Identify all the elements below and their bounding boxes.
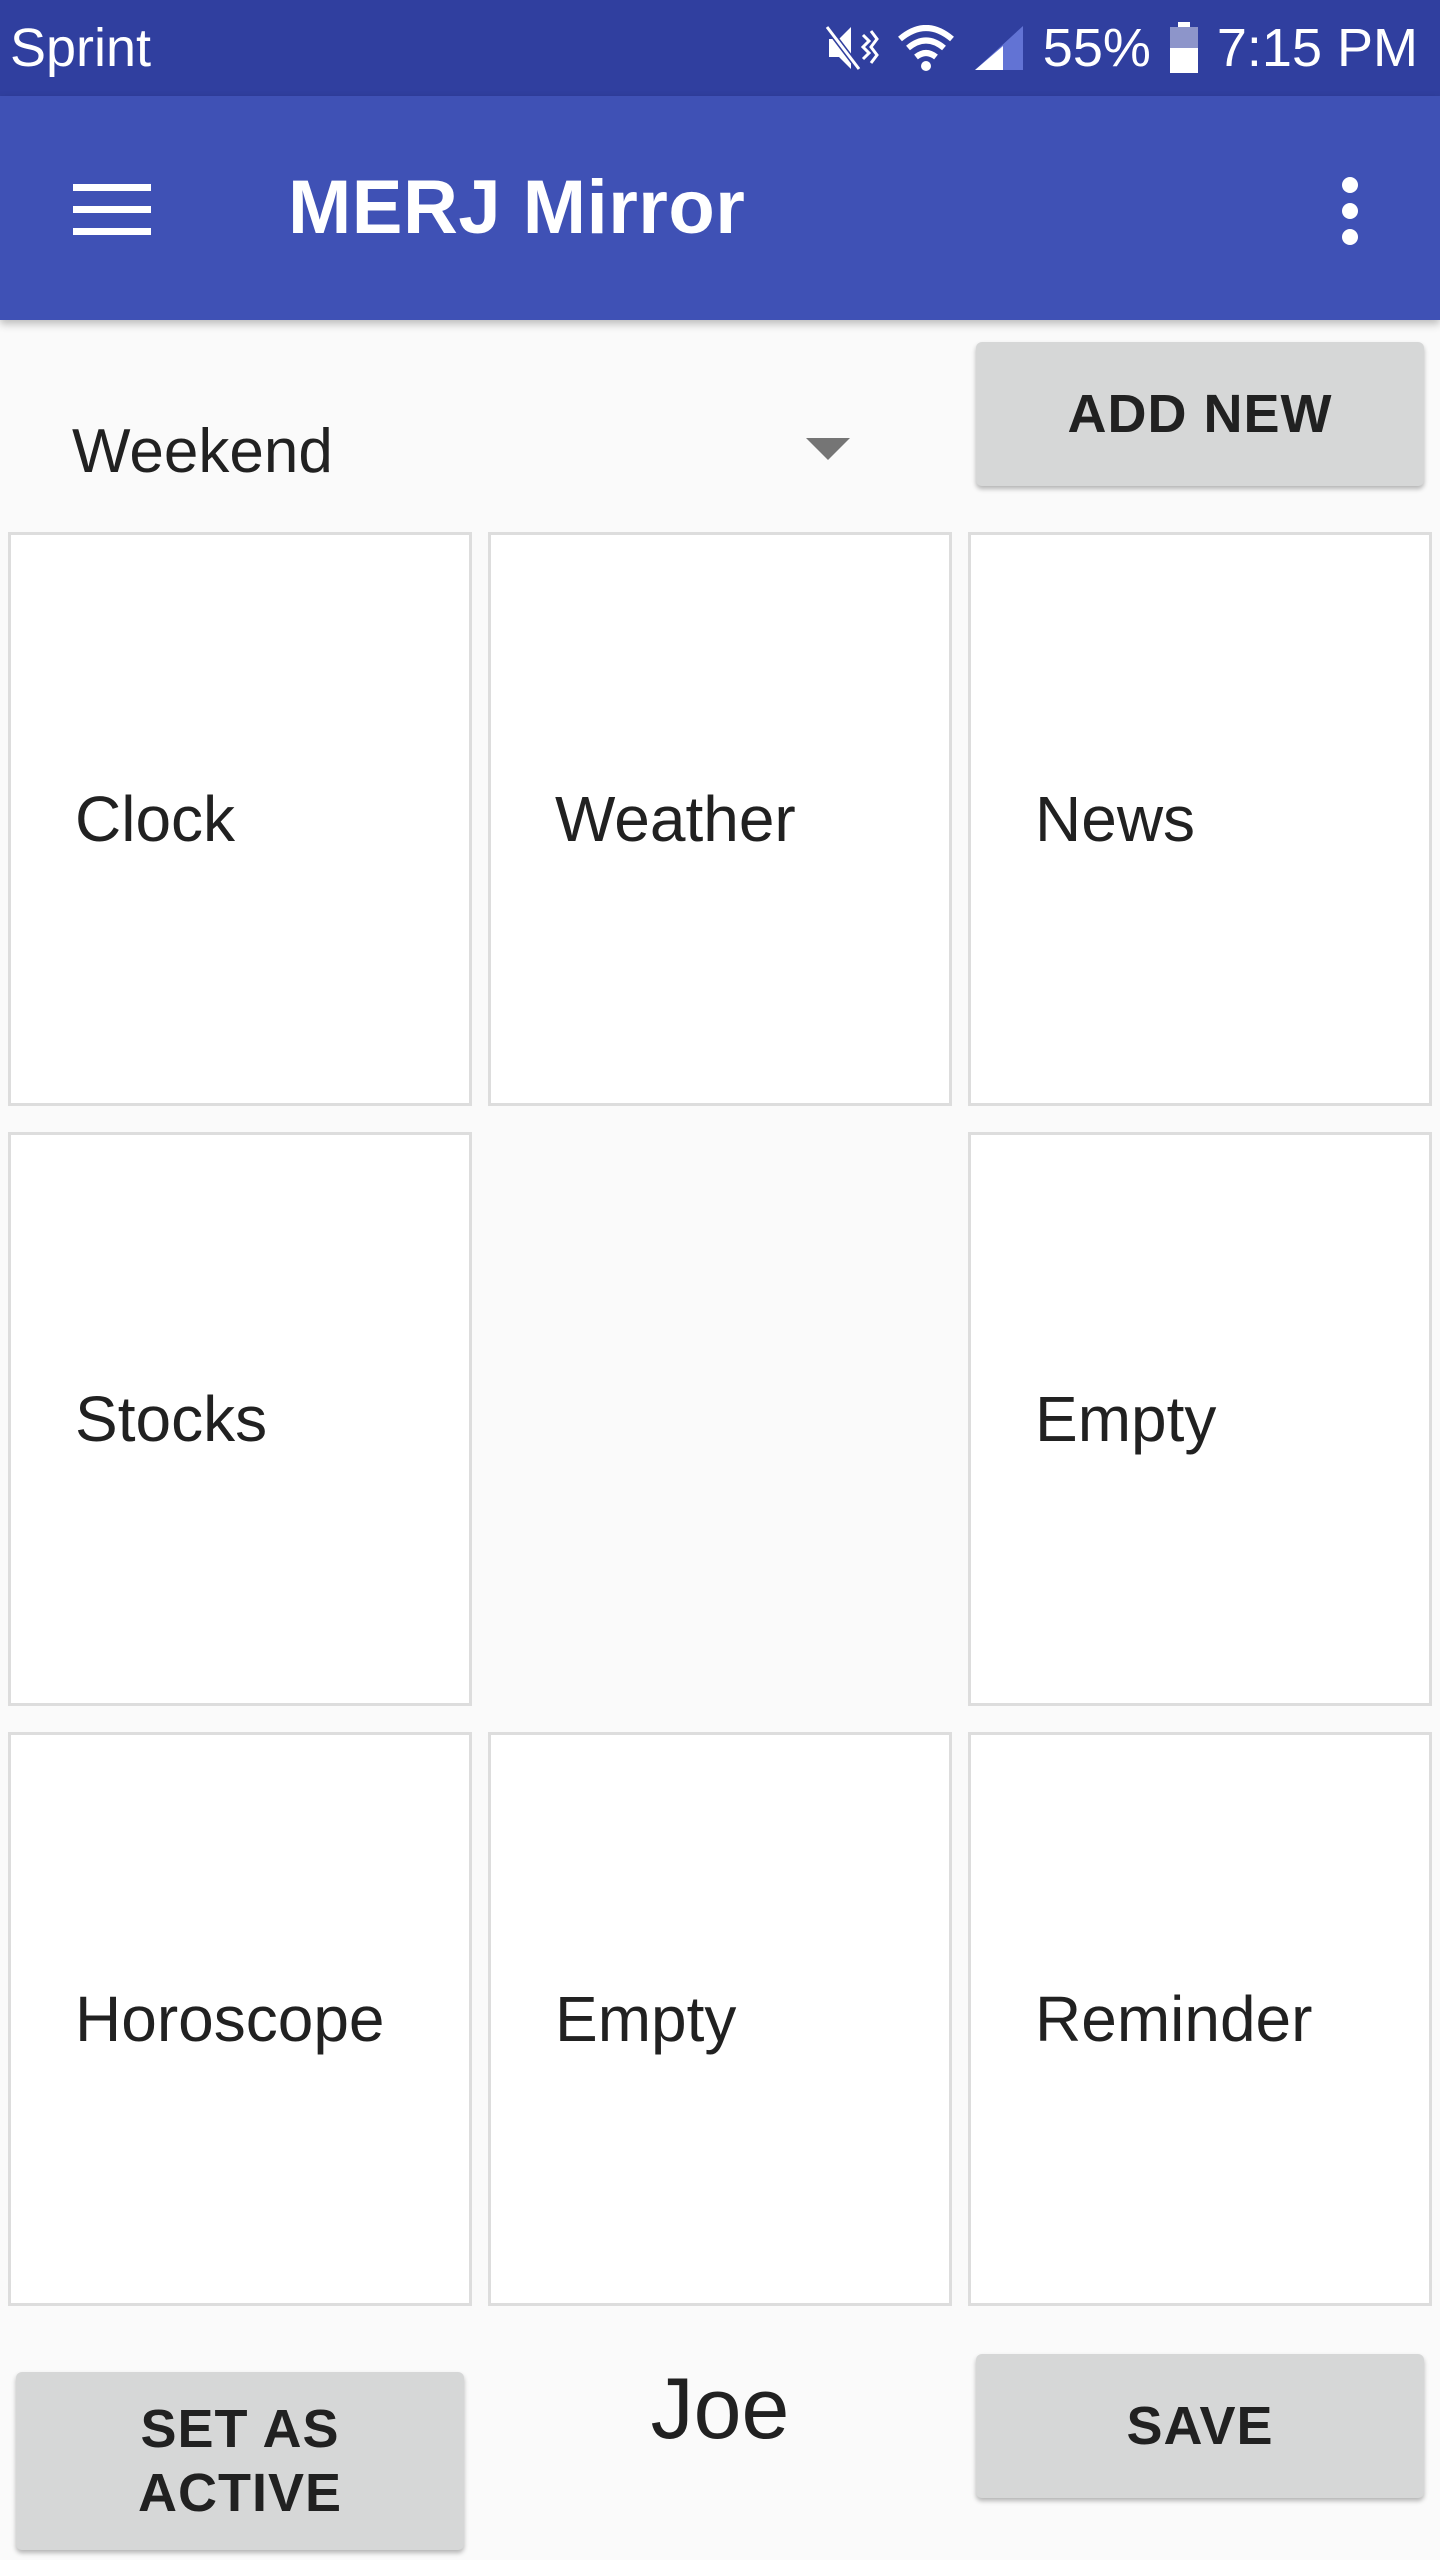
grid-tile[interactable]: Reminder	[968, 1732, 1432, 2306]
battery-icon	[1169, 22, 1199, 74]
tile-label: Empty	[555, 1983, 737, 2055]
grid-tile[interactable]: Stocks	[8, 1132, 472, 1706]
grid-tile[interactable]: News	[968, 532, 1432, 1106]
tile-label: Clock	[75, 783, 236, 855]
signal-icon	[973, 24, 1025, 72]
layout-dropdown-value: Weekend	[72, 417, 333, 486]
carrier-name: Sprint	[10, 18, 152, 78]
hamburger-menu-icon[interactable]	[52, 160, 172, 260]
tile-label: Horoscope	[75, 1983, 385, 2055]
grid-tile[interactable]: Empty	[968, 1132, 1432, 1706]
tile-label: News	[1035, 783, 1196, 855]
mute-vibrate-icon	[824, 23, 879, 73]
dropdown-arrow-icon	[806, 438, 850, 460]
grid-tile[interactable]: Empty	[488, 1732, 952, 2306]
clock-time: 7:15 PM	[1216, 18, 1418, 78]
wifi-icon	[897, 25, 955, 71]
add-new-button[interactable]: ADD NEW	[976, 342, 1424, 486]
layout-dropdown[interactable]: Weekend	[46, 386, 866, 526]
tile-label: Reminder	[1035, 1983, 1313, 2055]
save-button[interactable]: SAVE	[976, 2354, 1424, 2498]
tile-label: Stocks	[75, 1383, 268, 1455]
grid-tile[interactable]: Horoscope	[8, 1732, 472, 2306]
set-as-active-button[interactable]: SET AS ACTIVE	[16, 2372, 464, 2550]
app-title: MERJ Mirror	[288, 165, 746, 250]
grid-tile[interactable]: Clock	[8, 532, 472, 1106]
more-vert-icon[interactable]	[1310, 156, 1390, 266]
battery-percent: 55%	[1042, 18, 1151, 78]
status-icons: 55% 7:15 PM	[824, 17, 1418, 79]
tile-label: Weather	[555, 783, 796, 855]
profile-name: Joe	[650, 2361, 790, 2457]
app-bar: MERJ Mirror	[0, 96, 1440, 320]
tile-label: Empty	[1035, 1383, 1217, 1455]
status-bar: Sprint 55% 7:15 PM	[0, 0, 1440, 96]
grid-tile[interactable]: Weather	[488, 532, 952, 1106]
